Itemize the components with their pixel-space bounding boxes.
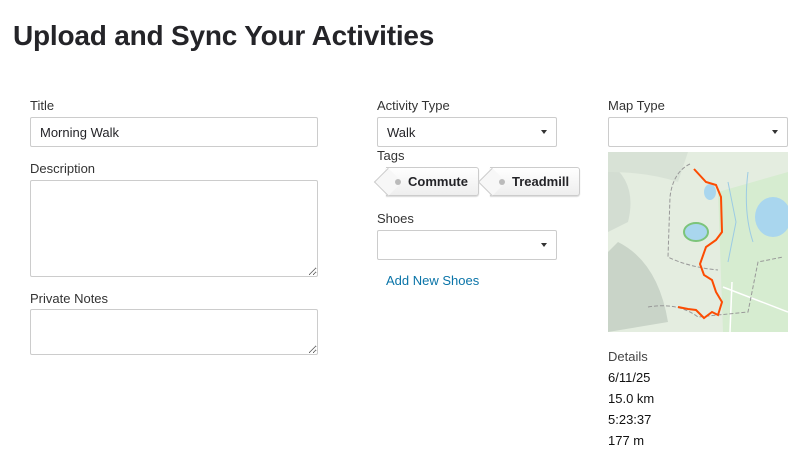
page-title: Upload and Sync Your Activities [13, 20, 435, 51]
tag-hole-icon [395, 179, 401, 185]
title-input[interactable]: Morning Walk [30, 117, 318, 147]
activity-type-label: Activity Type [377, 98, 450, 113]
chevron-down-icon [772, 130, 778, 134]
detail-distance: 15.0 km [608, 391, 655, 406]
detail-elevation: 177 m [608, 433, 645, 448]
map-type-select[interactable] [608, 117, 788, 147]
shoes-select[interactable] [377, 230, 557, 260]
shoes-label: Shoes [377, 211, 414, 226]
chevron-down-icon [541, 130, 547, 134]
chevron-down-icon [541, 243, 547, 247]
tag-label: Commute [408, 174, 468, 189]
add-new-shoes-link[interactable]: Add New Shoes [386, 273, 479, 288]
tag-commute[interactable]: Commute [386, 167, 479, 196]
tag-treadmill[interactable]: Treadmill [490, 167, 581, 196]
detail-duration: 5:23:37 [608, 412, 652, 427]
tags-label: Tags [377, 148, 405, 163]
title-label: Title [30, 98, 55, 113]
map-type-label: Map Type [608, 98, 665, 113]
description-textarea[interactable] [30, 180, 318, 277]
activity-type-value: Walk [387, 124, 416, 140]
details-label: Details [608, 349, 648, 364]
private-notes-textarea[interactable] [30, 309, 318, 355]
description-label: Description [30, 161, 96, 176]
route-map[interactable] [608, 152, 788, 332]
activity-type-select[interactable]: Walk [377, 117, 557, 147]
tag-hole-icon [499, 179, 505, 185]
detail-date: 6/11/25 [608, 370, 651, 385]
tag-label: Treadmill [512, 174, 570, 189]
private-notes-label: Private Notes [30, 291, 109, 306]
title-value: Morning Walk [40, 124, 119, 140]
